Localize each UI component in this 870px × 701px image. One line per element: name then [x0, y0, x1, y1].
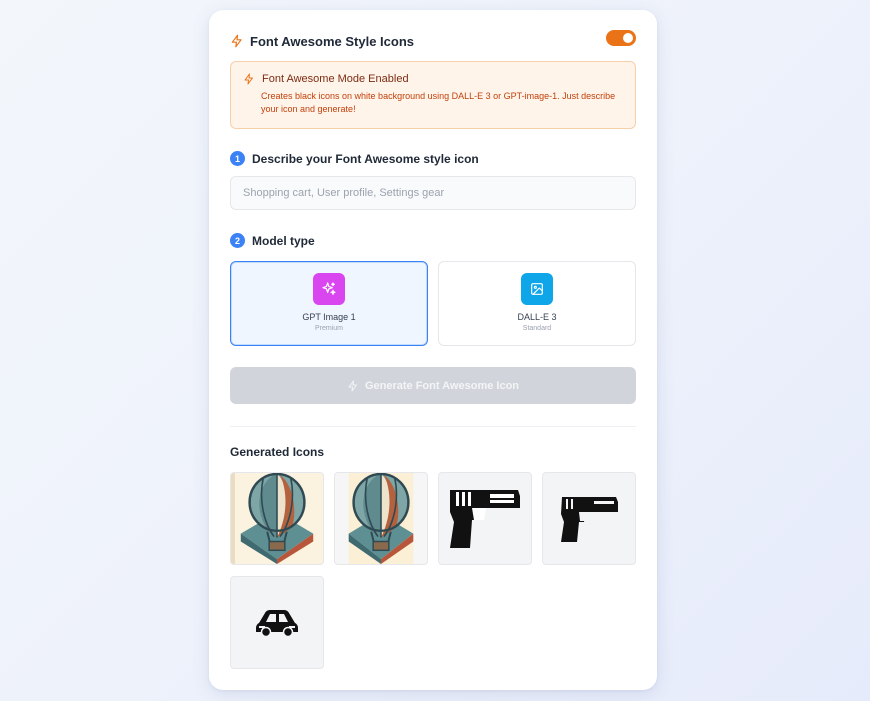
- card-title: Font Awesome Style Icons: [250, 33, 414, 49]
- step-label: Describe your Font Awesome style icon: [252, 151, 479, 166]
- model-tier: Standard: [522, 325, 552, 332]
- step-describe: 1 Describe your Font Awesome style icon: [230, 151, 479, 166]
- model-tier: Premium: [314, 325, 343, 332]
- hot-air-balloon-icon: [348, 473, 414, 564]
- toggle-knob: [623, 33, 633, 43]
- generated-icon-thumbnail[interactable]: [230, 576, 324, 669]
- card-header: Font Awesome Style Icons: [230, 30, 636, 50]
- model-name: GPT Image 1: [302, 312, 356, 322]
- step-number: 2: [230, 233, 245, 248]
- image-icon: [521, 273, 553, 305]
- model-selector: GPT Image 1 Premium DALL-E 3 Standard: [230, 261, 636, 346]
- bolt-icon: [230, 34, 244, 48]
- section-divider: [230, 426, 636, 427]
- generated-icon-thumbnail[interactable]: [230, 472, 324, 565]
- model-option-gpt-image-1[interactable]: GPT Image 1 Premium: [230, 261, 428, 346]
- generated-icon-thumbnail[interactable]: [334, 472, 428, 565]
- generate-button[interactable]: Generate Font Awesome Icon: [230, 367, 636, 404]
- bolt-icon: [347, 380, 359, 392]
- generated-icons-title: Generated Icons: [230, 445, 325, 459]
- pistol-icon: [561, 496, 618, 542]
- sparkles-icon: [313, 273, 345, 305]
- mode-notice: Font Awesome Mode Enabled Creates black …: [230, 61, 636, 129]
- pistol-icon: [450, 489, 520, 548]
- notice-title: Font Awesome Mode Enabled: [262, 73, 409, 85]
- model-option-dall-e-3[interactable]: DALL-E 3 Standard: [438, 261, 636, 346]
- hot-air-balloon-icon: [231, 473, 314, 564]
- model-name: DALL-E 3: [517, 312, 557, 322]
- step-number: 1: [230, 151, 245, 166]
- bolt-icon: [243, 73, 255, 85]
- icon-description-input[interactable]: [230, 176, 636, 210]
- step-label: Model type: [252, 233, 315, 248]
- generated-icon-thumbnail[interactable]: [542, 472, 636, 565]
- icon-generator-card: Font Awesome Style Icons Font Awesome Mo…: [209, 10, 657, 690]
- step-model: 2 Model type: [230, 233, 315, 248]
- generated-icon-thumbnail[interactable]: [438, 472, 532, 565]
- notice-description: Creates black icons on white background …: [261, 91, 616, 114]
- generate-button-label: Generate Font Awesome Icon: [364, 379, 520, 392]
- font-awesome-mode-toggle[interactable]: [606, 30, 636, 46]
- car-icon: [256, 609, 298, 637]
